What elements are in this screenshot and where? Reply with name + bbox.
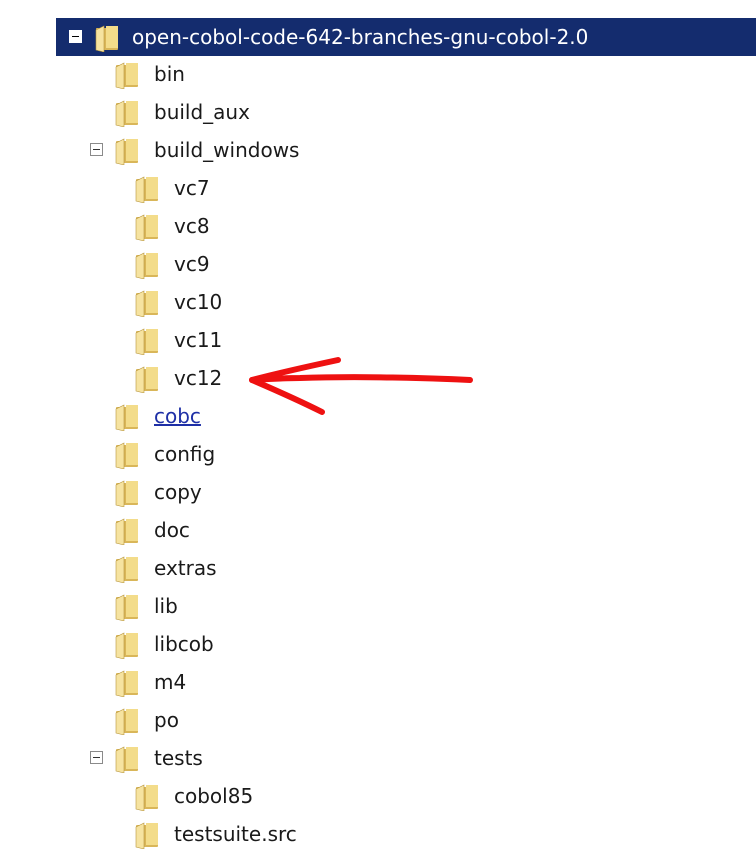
folder-icon bbox=[115, 594, 138, 621]
tree-item-label: copy bbox=[154, 480, 202, 504]
tree-item-label: tests bbox=[154, 746, 203, 770]
tree-item-label: libcob bbox=[154, 632, 214, 656]
tree-item-label: doc bbox=[154, 518, 190, 542]
collapse-minus-icon[interactable] bbox=[69, 30, 82, 43]
tree-item-label: vc10 bbox=[174, 290, 223, 314]
folder-icon bbox=[135, 366, 158, 393]
folder-icon bbox=[135, 176, 158, 203]
tree-item-label: testsuite.src bbox=[174, 822, 297, 846]
tree-item-label: vc7 bbox=[174, 176, 210, 200]
folder-icon bbox=[115, 138, 138, 165]
tree-item-label: vc9 bbox=[174, 252, 210, 276]
folder-icon bbox=[135, 784, 158, 811]
tree-item-label: vc12 bbox=[174, 366, 223, 390]
folder-icon bbox=[135, 214, 158, 241]
folder-icon bbox=[115, 62, 138, 89]
tree-item-label: build_aux bbox=[154, 100, 250, 124]
folder-icon bbox=[115, 632, 138, 659]
tree-item-label: vc8 bbox=[174, 214, 210, 238]
tree-item-root[interactable]: open-cobol-code-642-branches-gnu-cobol-2… bbox=[56, 18, 756, 56]
folder-icon bbox=[115, 442, 138, 469]
folder-icon bbox=[115, 556, 138, 583]
tree-item-label[interactable]: cobc bbox=[150, 397, 205, 435]
folder-icon bbox=[135, 328, 158, 355]
folder-icon bbox=[135, 822, 158, 849]
folder-icon bbox=[135, 252, 158, 279]
tree-item-label: config bbox=[154, 442, 216, 466]
folder-icon bbox=[115, 100, 138, 127]
folder-icon bbox=[115, 518, 138, 545]
collapse-minus-icon[interactable] bbox=[90, 143, 103, 156]
folder-icon bbox=[95, 25, 118, 52]
folder-icon bbox=[115, 708, 138, 735]
folder-icon bbox=[135, 290, 158, 317]
folder-icon bbox=[115, 746, 138, 773]
tree-item-label: m4 bbox=[154, 670, 187, 694]
folder-icon bbox=[115, 670, 138, 697]
tree-item-label: build_windows bbox=[154, 138, 300, 162]
tree-item-label: po bbox=[154, 708, 179, 732]
tree-item-label: extras bbox=[154, 556, 217, 580]
tree-item-label: open-cobol-code-642-branches-gnu-cobol-2… bbox=[132, 25, 589, 49]
collapse-minus-icon[interactable] bbox=[90, 751, 103, 764]
tree-item-label: vc11 bbox=[174, 328, 223, 352]
tree-item-label: bin bbox=[154, 62, 185, 86]
tree-item-label: lib bbox=[154, 594, 178, 618]
folder-icon bbox=[115, 480, 138, 507]
tree-item-label: cobol85 bbox=[174, 784, 254, 808]
folder-tree: open-cobol-code-642-branches-gnu-cobol-2… bbox=[0, 0, 756, 851]
folder-icon bbox=[115, 404, 138, 431]
